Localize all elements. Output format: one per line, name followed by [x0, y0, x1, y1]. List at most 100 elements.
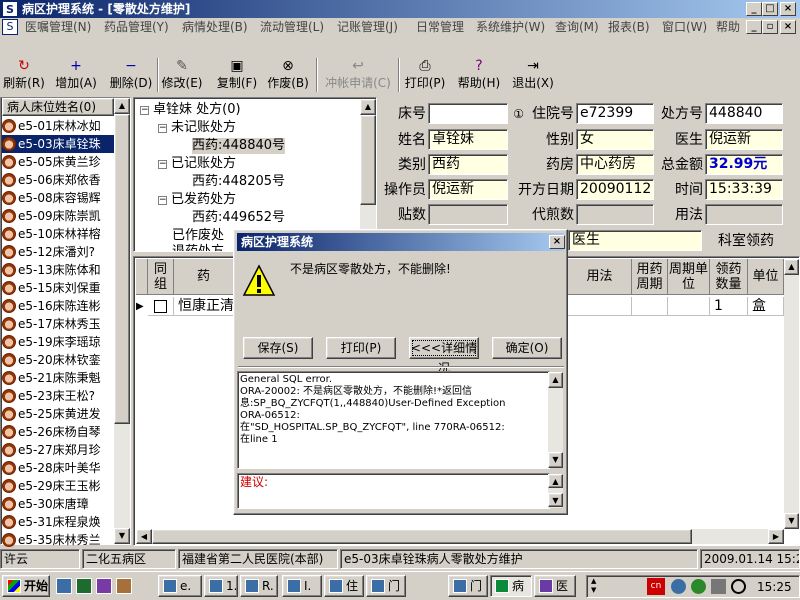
admission-no-field[interactable]: e72399	[576, 103, 654, 124]
total-field[interactable]: 32.99元	[705, 154, 783, 175]
task-1[interactable]: 1.	[204, 575, 238, 597]
tree-group-billed[interactable]: − 已记账处方	[158, 156, 236, 172]
patient-list-item[interactable]: e5-30床唐璋	[2, 495, 114, 513]
patient-list-item[interactable]: e5-03床卓铨珠	[2, 135, 114, 153]
patient-list-scrollbar[interactable]: ▲ ▼	[114, 98, 130, 544]
quicklaunch-app-icon[interactable]	[116, 578, 132, 594]
suggestion-scrollbar[interactable]: ▲ ▼	[548, 474, 563, 508]
group-checkbox[interactable]	[154, 300, 167, 313]
print-button[interactable]: ⎙ 打印(P)	[402, 56, 448, 94]
scroll-thumb[interactable]	[360, 115, 376, 205]
grid-header-usage[interactable]: 用法	[568, 259, 632, 295]
unit-cell[interactable]: 盒	[748, 297, 784, 316]
task-outpatient-2[interactable]: 门	[448, 575, 488, 597]
tree-node-rx-449652[interactable]: 西药:449652号	[192, 210, 285, 226]
cycle-unit-cell[interactable]	[668, 297, 710, 316]
patient-list-item[interactable]: e5-23床王松?	[2, 387, 114, 405]
task-outpatient-1[interactable]: 门	[366, 575, 406, 597]
scroll-up-arrow[interactable]: ▲	[784, 259, 799, 275]
patient-list-item[interactable]: e5-20床林钦銮	[2, 351, 114, 369]
grid-hscrollbar[interactable]: ◀ ▶	[136, 529, 784, 544]
date-field[interactable]: 20090112	[576, 179, 654, 200]
collapse-icon[interactable]: −	[158, 160, 167, 169]
scroll-up-arrow[interactable]: ▲	[548, 474, 563, 488]
patient-list-item[interactable]: e5-05床黄兰珍	[2, 153, 114, 171]
menu-item-orders[interactable]: 医嘱管理(N)	[25, 18, 91, 36]
tray-app-icon[interactable]	[691, 579, 706, 594]
patient-list-item[interactable]: e5-13床陈体和	[2, 261, 114, 279]
reversal-request-button[interactable]: ↩ 冲帐申请(C)	[322, 56, 394, 94]
exit-button[interactable]: ⇥ 退出(X)	[508, 56, 558, 94]
child-restore-button[interactable]: ▫	[762, 20, 778, 34]
delete-button[interactable]: − 删除(D)	[106, 56, 156, 94]
patient-list-item[interactable]: e5-21床陈秉魁	[2, 369, 114, 387]
patient-list-header[interactable]: 病人床位姓名(0)	[2, 98, 114, 116]
usage-cell[interactable]	[568, 297, 632, 316]
rx-no-field[interactable]: 448840	[705, 103, 783, 124]
task-explorer[interactable]: e.	[158, 575, 202, 597]
menu-item-window[interactable]: 窗口(W)	[662, 18, 707, 36]
menu-item-help[interactable]: 帮助	[716, 18, 740, 36]
patient-list-item[interactable]: e5-12床潘刘?	[2, 243, 114, 261]
patient-list-item[interactable]: e5-01床林冰如	[2, 117, 114, 135]
patient-list-item[interactable]: e5-16床陈连彬	[2, 297, 114, 315]
task-ward-active[interactable]: 病	[490, 575, 532, 597]
scroll-right-arrow[interactable]: ▶	[768, 529, 784, 544]
menu-item-query[interactable]: 查询(M)	[555, 18, 599, 36]
grid-header-cycle-unit[interactable]: 周期单位	[668, 259, 710, 295]
patient-list-item[interactable]: e5-31床程泉焕	[2, 513, 114, 531]
tray-antivirus-icon[interactable]	[731, 579, 746, 594]
dialog-detail-text[interactable]: General SQL error. ORA-20002: 不是病区零散处方，不…	[237, 371, 550, 469]
patient-list-item[interactable]: e5-27床郑月珍	[2, 441, 114, 459]
minimize-button[interactable]: _	[746, 2, 762, 16]
scroll-up-arrow[interactable]: ▲	[548, 372, 563, 388]
pharmacy-field[interactable]: 中心药房	[576, 154, 654, 175]
add-button[interactable]: + 增加(A)	[54, 56, 98, 94]
patient-list-item[interactable]: e5-10床林祥榕	[2, 225, 114, 243]
ime-indicator-icon[interactable]: cn	[647, 578, 665, 595]
patient-list-item[interactable]: e5-19床李瑶琼	[2, 333, 114, 351]
quicklaunch-desktop-icon[interactable]	[76, 578, 92, 594]
tree-scrollbar[interactable]: ▲ ▼	[360, 99, 376, 250]
scroll-down-arrow[interactable]: ▼	[114, 528, 130, 544]
scroll-left-arrow[interactable]: ◀	[136, 529, 152, 544]
tree-root[interactable]: − 卓铨妹 处方(0)	[140, 102, 241, 118]
quicklaunch-media-icon[interactable]	[96, 578, 112, 594]
sex-field[interactable]: 女	[576, 129, 654, 150]
patient-list-item[interactable]: e5-26床杨自琴	[2, 423, 114, 441]
void-button[interactable]: ⊗ 作废(B)	[266, 56, 310, 94]
edit-button[interactable]: ✎ 修改(E)	[160, 56, 204, 94]
dialog-save-button[interactable]: 保存(S)	[243, 337, 313, 359]
scroll-up-arrow[interactable]: ▲	[114, 98, 130, 114]
grid-header-group[interactable]: 同组	[148, 259, 174, 295]
tree-node-rx-448840[interactable]: 西药:448840号	[192, 138, 286, 154]
scroll-thumb[interactable]	[114, 114, 130, 424]
scroll-up-arrow[interactable]: ▲	[360, 99, 376, 115]
child-close-button[interactable]: ×	[780, 20, 796, 34]
dialog-ok-button[interactable]: 确定(O)	[492, 337, 562, 359]
category-field[interactable]: 西药	[428, 154, 508, 175]
grid-scrollbar[interactable]: ▲ ▼	[784, 259, 799, 529]
operator-field[interactable]: 倪运新	[428, 179, 508, 200]
grid-header-unit[interactable]: 单位	[748, 259, 784, 295]
scroll-down-arrow[interactable]: ▼	[784, 513, 799, 529]
close-button[interactable]: ×	[780, 2, 796, 16]
scroll-down-arrow[interactable]: ▼	[548, 452, 563, 468]
menu-item-billing[interactable]: 记账管理(J)	[337, 18, 398, 36]
group-cell[interactable]	[148, 297, 174, 316]
patient-list-item[interactable]: e5-29床王玉彬	[2, 477, 114, 495]
dialog-print-button[interactable]: 打印(P)	[326, 337, 396, 359]
qty-cell[interactable]: 1	[710, 297, 748, 316]
refresh-button[interactable]: ↻ 刷新(R)	[2, 56, 46, 94]
doctor-field[interactable]: 倪运新	[705, 129, 783, 150]
patient-list-item[interactable]: e5-25床黄进发	[2, 405, 114, 423]
tree-group-voided[interactable]: 已作废处	[172, 228, 224, 244]
scroll-thumb[interactable]	[152, 529, 692, 544]
maximize-button[interactable]: □	[762, 2, 778, 16]
patient-list-item[interactable]: e5-08床容锡辉	[2, 189, 114, 207]
collapse-icon[interactable]: −	[140, 106, 149, 115]
tree-node-rx-448205[interactable]: 西药:448205号	[192, 174, 285, 190]
patient-list-item[interactable]: e5-09床陈崇凯	[2, 207, 114, 225]
grid-header-drug[interactable]: 药	[174, 259, 234, 295]
help-button[interactable]: ? 帮助(H)	[454, 56, 504, 94]
